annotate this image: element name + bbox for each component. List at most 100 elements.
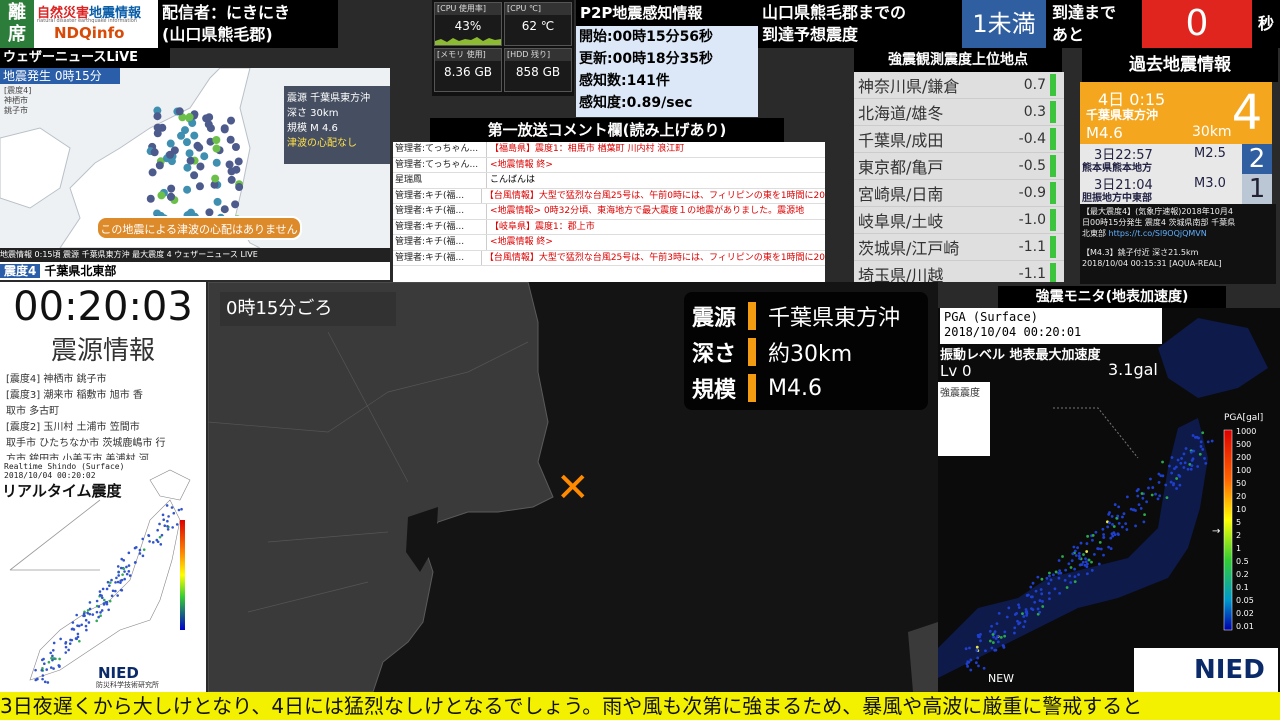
station-dot: [1082, 553, 1085, 556]
station-dot: [1023, 620, 1027, 623]
station-dot: [1117, 505, 1121, 509]
station-dot: [159, 543, 163, 546]
station-dot: [116, 565, 120, 568]
station-dot: [1190, 458, 1194, 462]
strong-obs-place: 岐阜県/土岐: [858, 212, 944, 231]
pga-scale-label: 5: [1236, 518, 1241, 527]
shindo-place: 千葉県北東部: [44, 264, 117, 278]
station-dot: [111, 589, 115, 593]
station-dot: [212, 144, 221, 153]
past-quake-item: 3日22:57 熊本県熊本地方 M2.5 2: [1080, 144, 1272, 174]
station-dot: [1156, 497, 1160, 501]
station-dot: [1108, 521, 1111, 525]
station-dot: [148, 168, 157, 177]
station-dot: [1199, 440, 1203, 444]
station-dot: [1065, 586, 1069, 589]
station-dot: [67, 648, 70, 652]
station-dot: [122, 567, 126, 571]
epicenter-text: 震源 千葉県東方沖: [287, 93, 371, 104]
station-dot: [88, 612, 92, 616]
station-dot: [1073, 567, 1077, 571]
station-dot: [98, 593, 102, 597]
station-dot: [975, 649, 979, 652]
station-dot: [1175, 487, 1178, 490]
pga-caption-2: 2018/10/04 00:20:01: [944, 325, 1082, 339]
station-dot: [1102, 553, 1105, 557]
nied-logo: NIED: [1134, 648, 1278, 692]
station-dot: [101, 596, 104, 600]
station-dot: [43, 680, 47, 684]
station-dot: [1040, 577, 1044, 581]
max-acceleration: 3.1gal: [1108, 360, 1158, 379]
vibration-label: 振動レベル 地表最大加速度: [940, 348, 1101, 363]
station-dot: [91, 613, 95, 616]
map-labels: [震度4] 神栖市 銚子市: [4, 86, 31, 116]
station-dot: [1091, 538, 1094, 542]
comment-message: こんばんは: [490, 175, 536, 185]
station-dot: [180, 507, 183, 511]
past-place: 胆振地方中東部: [1082, 193, 1152, 204]
station-dot: [1170, 456, 1174, 459]
station-dot: [120, 588, 124, 592]
card-row-depth: 深さ 約30km: [692, 334, 852, 370]
p2p-rate: 感知度:0.89/sec: [579, 95, 693, 111]
new-label: NEW: [988, 672, 1015, 685]
station-dot: [1182, 452, 1186, 456]
strong-obs-value: -1.1: [1018, 239, 1046, 255]
epicenter-info-line: [震度3] 潮来市 稲敷市 旭市 香: [6, 390, 143, 401]
station-dot: [1024, 608, 1028, 611]
station-dot: [127, 570, 131, 573]
seconds-unit: 秒: [1252, 0, 1280, 48]
tweet-line: 【M4.3】銚子付近 深さ21.5km: [1082, 248, 1199, 257]
station-dot: [1070, 559, 1074, 563]
station-dot: [1003, 634, 1007, 638]
station-dot: [967, 660, 971, 664]
station-dot: [186, 156, 195, 165]
station-dot: [1022, 615, 1026, 618]
station-dot: [984, 649, 987, 653]
station-dot: [1189, 467, 1193, 471]
distributor-panel: 配信者：にきにき (山口県熊毛郡): [158, 0, 338, 48]
station-dot: [1085, 550, 1089, 553]
pga-scale-label: 0.2: [1236, 570, 1249, 579]
tweet-link[interactable]: https://t.co/Sl9OQjQMVN: [1109, 229, 1207, 238]
station-dot: [1206, 440, 1210, 444]
logo-name: NDQinfo: [54, 24, 125, 42]
hdd-label: [HDD 残り]: [505, 49, 571, 61]
station-dot: [212, 136, 221, 145]
station-dot: [163, 524, 167, 528]
tweet-line: 日00時15分発生 震度4 茨城県南部 千葉県: [1082, 218, 1236, 227]
station-dot: [1120, 525, 1124, 529]
system-monitor: [CPU 使用率] 43% [CPU ℃] 62 ℃ [メモリ 使用] 8.36…: [432, 0, 574, 96]
station-dot: [999, 636, 1003, 639]
station-dot: [153, 112, 162, 121]
station-dot: [1053, 587, 1057, 591]
station-dot: [151, 541, 155, 544]
tweet-line: 【最大震度4】(気象庁速報)2018年10月4: [1082, 207, 1233, 216]
station-dot: [1195, 435, 1199, 439]
hdd-value: 858 GB: [515, 65, 561, 79]
station-dot: [1117, 533, 1120, 536]
station-dot: [160, 533, 164, 537]
cpu-usage-graph: [435, 37, 501, 45]
station-dot: [1191, 434, 1195, 437]
station-dot: [1165, 496, 1169, 500]
strong-obs-place: 埼玉県/川越: [858, 266, 944, 282]
station-dot: [70, 638, 74, 642]
map-label-choshi: 銚子市: [4, 106, 28, 115]
station-dot: [1172, 482, 1176, 485]
station-dot: [1098, 541, 1102, 544]
strong-obs-value: -1.1: [1018, 266, 1046, 282]
arrival-line-1: 到達まで: [1052, 3, 1117, 22]
station-dot: [1077, 573, 1080, 577]
station-dot: [1054, 570, 1058, 574]
p2p-update: 更新:00時18分35秒: [579, 51, 714, 67]
tsunami-banner: この地震による津波の心配はありません: [96, 216, 302, 240]
station-dot: [993, 648, 997, 652]
station-dot: [50, 656, 53, 660]
strong-obs-row: 埼玉県/川越 -1.1: [854, 261, 1064, 282]
station-dot: [1110, 514, 1114, 518]
station-dot: [158, 522, 161, 526]
station-dot: [1084, 560, 1088, 564]
station-dot: [82, 612, 86, 615]
